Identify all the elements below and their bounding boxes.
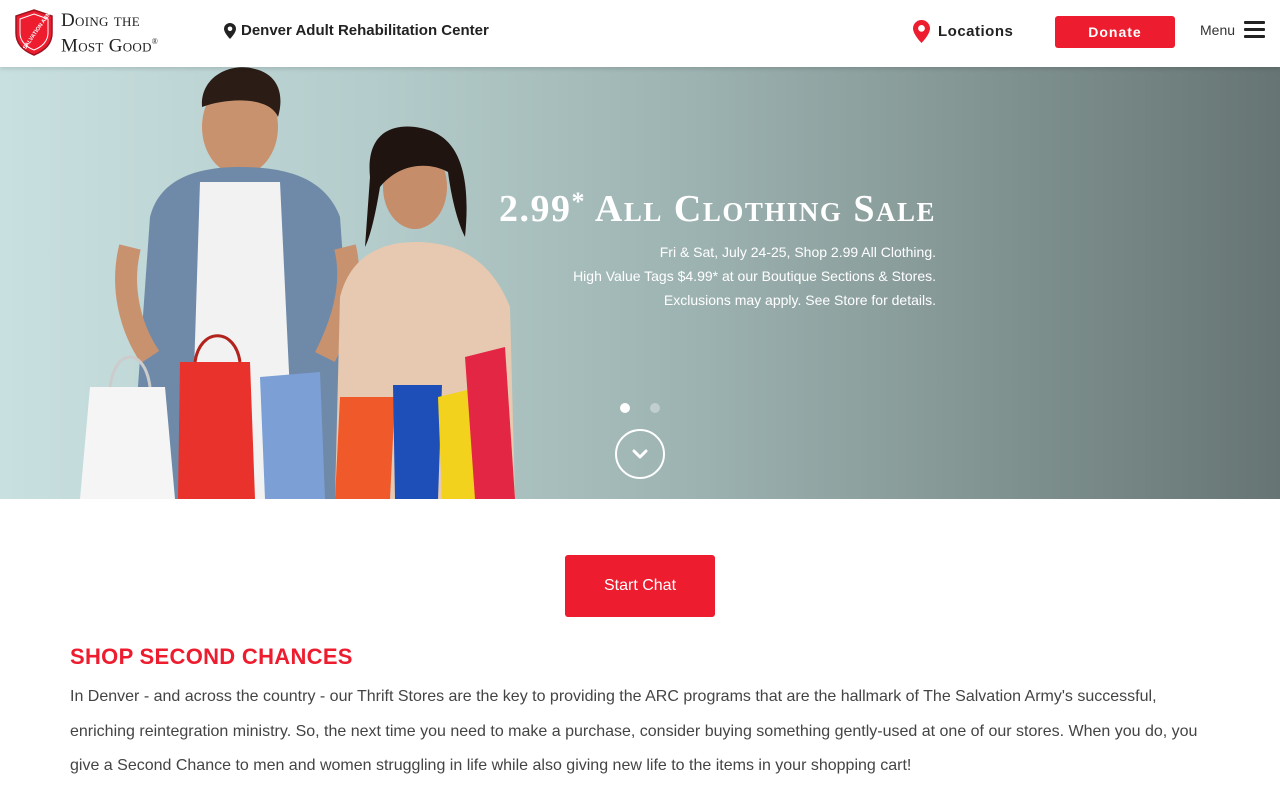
hamburger-menu-icon [1244, 21, 1266, 38]
carousel-dot-1[interactable] [620, 403, 630, 413]
tagline-line-1: Doing the [61, 10, 140, 31]
carousel-dots [620, 403, 660, 413]
hero-title-text: All Clothing Sale [586, 188, 936, 230]
section-title: SHOP SECOND CHANCES [70, 644, 353, 669]
hero-banner: 2.99* All Clothing Sale Fri & Sat, July … [0, 67, 1280, 499]
menu-label: Menu [1200, 21, 1236, 38]
chevron-down-icon [632, 449, 648, 459]
center-name-link[interactable]: Denver Adult Rehabilitation Center [224, 22, 489, 39]
locations-link[interactable]: Locations [913, 20, 1013, 43]
hero-line-2: High Value Tags $4.99* at our Boutique S… [573, 268, 936, 284]
map-pin-icon [224, 22, 236, 39]
hero-title-price: 2.99 [499, 188, 572, 230]
tagline-line-2: Most Good [61, 35, 152, 57]
hero-description: Fri & Sat, July 24-25, Shop 2.99 All Clo… [573, 240, 936, 312]
center-name: Denver Adult Rehabilitation Center [241, 22, 489, 39]
hero-shoppers-image [80, 67, 515, 499]
salvation-army-shield-icon[interactable]: THE SALVATION ARMY [14, 9, 54, 56]
registered-mark: ® [151, 37, 159, 46]
site-header: THE SALVATION ARMY Doing the Most Good® … [0, 0, 1280, 67]
hero-line-1: Fri & Sat, July 24-25, Shop 2.99 All Clo… [659, 244, 936, 260]
hero-line-3: Exclusions may apply. See Store for deta… [663, 292, 936, 308]
locations-label: Locations [938, 23, 1014, 40]
start-chat-button[interactable]: Start Chat [565, 555, 715, 617]
scroll-down-button[interactable] [615, 429, 665, 479]
location-marker-icon [913, 20, 930, 43]
site-tagline[interactable]: Doing the Most Good® [61, 10, 158, 56]
carousel-dot-2[interactable] [650, 403, 660, 413]
hero-title: 2.99* All Clothing Sale [499, 187, 936, 231]
donate-button[interactable]: Donate [1055, 16, 1175, 48]
menu-button[interactable]: Menu [1200, 21, 1266, 38]
hero-title-star: * [571, 187, 587, 216]
section-body: In Denver - and across the country - our… [70, 688, 1198, 774]
